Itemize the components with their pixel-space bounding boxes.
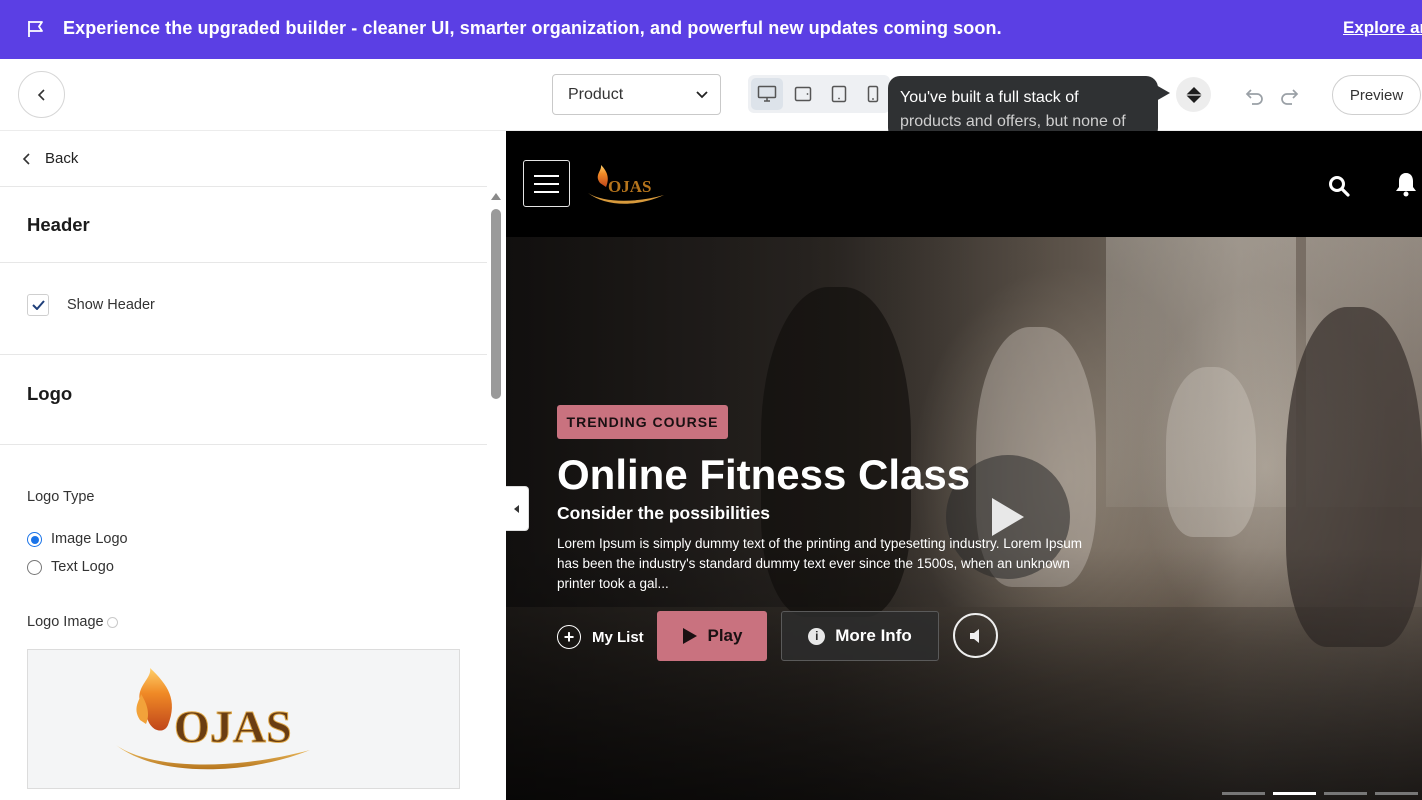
diamond-icon <box>1185 86 1202 103</box>
more-info-button[interactable]: i More Info <box>781 611 939 661</box>
my-list-label: My List <box>592 628 644 646</box>
logo-section-title: Logo <box>27 383 73 404</box>
announcement-banner: Experience the upgraded builder - cleane… <box>0 0 1422 59</box>
bell-icon[interactable] <box>1395 171 1417 197</box>
hero-banner: TRENDING COURSE Online Fitness Class Con… <box>506 237 1422 800</box>
mobile-icon <box>867 85 879 103</box>
hero-title: Online Fitness Class <box>557 451 971 498</box>
hamburger-menu-button[interactable] <box>523 160 570 207</box>
logo-image-label-text: Logo Image <box>27 614 104 630</box>
logo-image-label: Logo Image <box>27 614 118 630</box>
play-button[interactable]: Play <box>657 611 767 661</box>
caret-left-icon <box>514 504 519 513</box>
preview-button[interactable]: Preview <box>1332 75 1421 115</box>
play-icon <box>682 628 697 644</box>
slide-indicator[interactable] <box>1324 792 1367 795</box>
checkmark-icon <box>31 300 45 310</box>
tablet-portrait-view-button[interactable] <box>823 78 855 110</box>
mobile-view-button[interactable] <box>857 78 889 110</box>
site-logo[interactable]: OJAS <box>586 161 668 205</box>
preview-canvas: OJAS TRENDING COURSE Online Fitness Clas… <box>506 131 1422 800</box>
chevron-left-icon <box>37 88 45 101</box>
device-switcher <box>748 75 890 113</box>
info-icon <box>106 616 118 628</box>
more-info-label: More Info <box>835 626 912 645</box>
tablet-landscape-icon <box>794 86 812 102</box>
hero-subtitle: Consider the possibilities <box>557 503 770 523</box>
desktop-icon <box>757 85 777 102</box>
play-icon <box>992 498 1024 536</box>
show-header-label: Show Header <box>67 297 155 313</box>
logo-preview-text: OJAS <box>174 701 292 752</box>
search-icon[interactable] <box>1328 175 1350 197</box>
panel-back-button[interactable]: Back <box>0 131 487 187</box>
slide-indicator-active[interactable] <box>1273 792 1316 795</box>
logo-image-upload[interactable]: OJAS <box>27 649 460 789</box>
text-logo-label: Text Logo <box>51 559 114 575</box>
redo-icon[interactable] <box>1279 85 1301 107</box>
my-list-button[interactable]: + My List <box>557 625 644 649</box>
logo-type-label: Logo Type <box>27 489 95 505</box>
image-logo-label: Image Logo <box>51 531 128 547</box>
hero-description: Lorem Ipsum is simply dummy text of the … <box>557 536 1082 591</box>
ai-assistant-button[interactable] <box>1176 77 1211 112</box>
info-icon: i <box>808 627 826 645</box>
logo-section: Logo <box>0 355 487 445</box>
ojas-logo-preview: OJAS <box>116 668 310 770</box>
mute-button[interactable] <box>953 613 998 658</box>
header-section: Header <box>0 187 487 263</box>
header-section-title: Header <box>27 214 90 235</box>
image-logo-radio[interactable] <box>27 532 42 547</box>
undo-icon[interactable] <box>1243 85 1265 107</box>
exit-editor-button[interactable] <box>18 71 65 118</box>
text-logo-radio[interactable] <box>27 560 42 575</box>
hero-badge: TRENDING COURSE <box>557 405 728 439</box>
desktop-view-button[interactable] <box>751 78 783 110</box>
tablet-portrait-icon <box>831 85 847 103</box>
explore-link[interactable]: Explore an <box>1343 18 1422 38</box>
slide-indicators <box>1222 792 1418 795</box>
site-header: OJAS <box>506 131 1422 237</box>
settings-panel: Back Header Show Header Logo Logo Type I… <box>0 131 506 800</box>
chevron-down-icon <box>696 90 708 98</box>
tooltip-arrow <box>1156 85 1170 101</box>
banner-message: Experience the upgraded builder - cleane… <box>63 18 1002 38</box>
panel-scrollbar-thumb[interactable] <box>491 209 501 399</box>
site-logo-text: OJAS <box>608 177 651 196</box>
flag-icon <box>28 21 43 37</box>
plus-icon: + <box>557 625 581 649</box>
panel-back-label: Back <box>45 150 79 167</box>
show-header-checkbox[interactable] <box>27 294 49 316</box>
chevron-left-icon <box>22 152 30 165</box>
page-type-select-value: Product <box>568 85 624 103</box>
play-label: Play <box>707 626 743 645</box>
slide-indicator[interactable] <box>1375 792 1418 795</box>
page-type-select[interactable]: Product <box>552 74 721 115</box>
tablet-landscape-view-button[interactable] <box>787 78 819 110</box>
editor-toolbar: Product You've built a full stack of pro… <box>0 59 1422 140</box>
scroll-up-arrow[interactable] <box>491 193 501 200</box>
tooltip-line-1: You've built a full stack of <box>900 89 1079 106</box>
slide-indicator[interactable] <box>1222 792 1265 795</box>
collapse-panel-button[interactable] <box>506 486 529 531</box>
speaker-muted-icon <box>969 628 979 643</box>
